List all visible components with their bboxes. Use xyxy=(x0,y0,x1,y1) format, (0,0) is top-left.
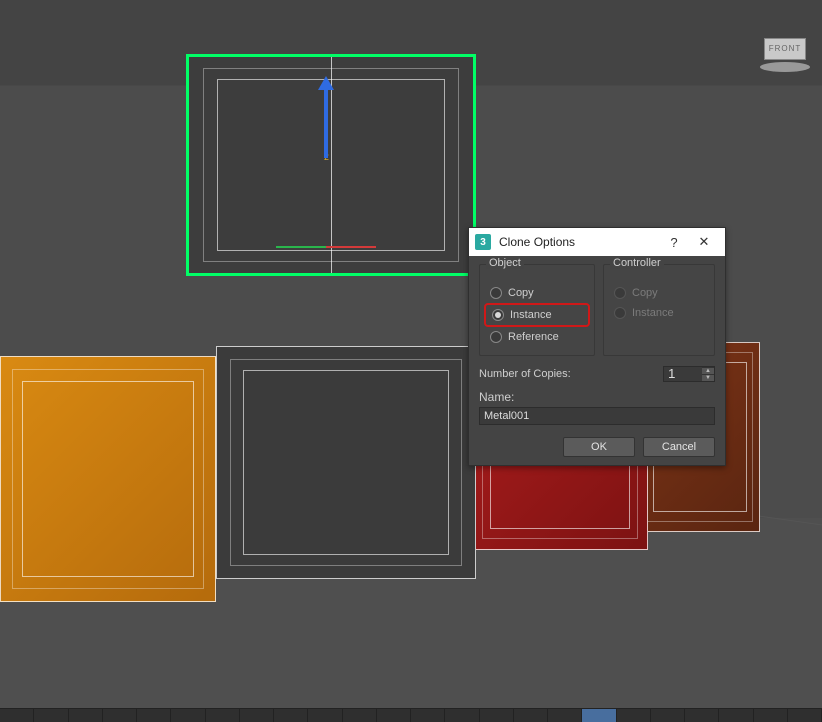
group-controller: Controller Copy Instance xyxy=(603,264,715,356)
dialog-titlebar[interactable]: 3 Clone Options ? ✕ xyxy=(469,228,725,256)
radio-label: Copy xyxy=(632,287,658,299)
spinner-up-icon[interactable]: ▲ xyxy=(702,367,714,374)
timeline-slot[interactable] xyxy=(240,709,274,722)
label-number-of-copies: Number of Copies: xyxy=(479,368,657,380)
radio-controller-copy: Copy xyxy=(612,283,706,303)
radio-controller-instance: Instance xyxy=(612,303,706,323)
label-name: Name: xyxy=(479,390,715,404)
timeline-slot[interactable] xyxy=(0,709,34,722)
help-button[interactable]: ? xyxy=(659,228,689,256)
timeline-slot[interactable] xyxy=(411,709,445,722)
radio-icon xyxy=(490,287,502,299)
viewcube-face-front[interactable]: FRONT xyxy=(764,38,806,60)
radio-object-copy[interactable]: Copy xyxy=(488,283,586,303)
timeline-slot[interactable] xyxy=(308,709,342,722)
timeline-slot[interactable] xyxy=(788,709,822,722)
timeline-slot[interactable] xyxy=(274,709,308,722)
timeline-slot[interactable] xyxy=(754,709,788,722)
spinner-buttons[interactable]: ▲ ▼ xyxy=(702,367,714,381)
timeline-slot[interactable] xyxy=(480,709,514,722)
annotation-highlight: Instance xyxy=(484,303,590,327)
dialog-clone-options: 3 Clone Options ? ✕ Object Copy Instance xyxy=(468,227,726,466)
timeline-slot[interactable] xyxy=(685,709,719,722)
radio-label: Reference xyxy=(508,331,559,343)
cancel-button[interactable]: Cancel xyxy=(643,437,715,457)
wire-edge xyxy=(243,370,449,555)
dialog-button-bar: OK Cancel xyxy=(469,431,725,467)
group-legend-object: Object xyxy=(486,257,524,269)
timeline-marker[interactable] xyxy=(582,709,616,722)
scene-object-box-gray[interactable] xyxy=(216,346,476,579)
ok-button[interactable]: OK xyxy=(563,437,635,457)
radio-icon xyxy=(492,309,504,321)
timeline-slot[interactable] xyxy=(343,709,377,722)
timeline-slot[interactable] xyxy=(514,709,548,722)
scene-object-box-orange[interactable] xyxy=(0,356,216,602)
row-name: Name: xyxy=(479,390,715,425)
timeline-slot[interactable] xyxy=(171,709,205,722)
timeline-slot[interactable] xyxy=(651,709,685,722)
timeline-slot[interactable] xyxy=(206,709,240,722)
radio-label: Instance xyxy=(510,309,552,321)
row-number-of-copies: Number of Copies: ▲ ▼ xyxy=(479,366,715,382)
spinner-value[interactable] xyxy=(664,367,702,381)
spinner-number-of-copies[interactable]: ▲ ▼ xyxy=(663,366,715,382)
timeline-slot[interactable] xyxy=(34,709,68,722)
viewcube[interactable]: FRONT xyxy=(758,36,812,72)
wire-edge xyxy=(331,57,332,273)
spinner-down-icon[interactable]: ▼ xyxy=(702,374,714,381)
app-icon: 3 xyxy=(475,234,491,250)
group-object: Object Copy Instance Reference xyxy=(479,264,595,356)
wire-edge xyxy=(22,381,193,576)
radio-object-reference[interactable]: Reference xyxy=(488,327,586,347)
timeline-slot[interactable] xyxy=(445,709,479,722)
input-name[interactable] xyxy=(479,407,715,425)
timeline-slot[interactable] xyxy=(617,709,651,722)
radio-icon xyxy=(490,331,502,343)
radio-object-instance[interactable]: Instance xyxy=(490,305,584,325)
close-button[interactable]: ✕ xyxy=(689,228,719,256)
timeline-slot[interactable] xyxy=(719,709,753,722)
viewcube-compass[interactable] xyxy=(760,62,810,72)
scene-object-selected[interactable] xyxy=(187,55,475,275)
radio-label: Copy xyxy=(508,287,534,299)
group-legend-controller: Controller xyxy=(610,257,664,269)
timeline-slot[interactable] xyxy=(103,709,137,722)
radio-label: Instance xyxy=(632,307,674,319)
timeline-track[interactable] xyxy=(0,708,822,722)
dialog-title: Clone Options xyxy=(499,235,659,249)
timeline-slot[interactable] xyxy=(377,709,411,722)
timeline-slot[interactable] xyxy=(548,709,582,722)
timeline-slot[interactable] xyxy=(137,709,171,722)
timeline-slot[interactable] xyxy=(69,709,103,722)
dialog-body: Object Copy Instance Reference xyxy=(469,256,725,431)
radio-icon xyxy=(614,307,626,319)
radio-icon xyxy=(614,287,626,299)
